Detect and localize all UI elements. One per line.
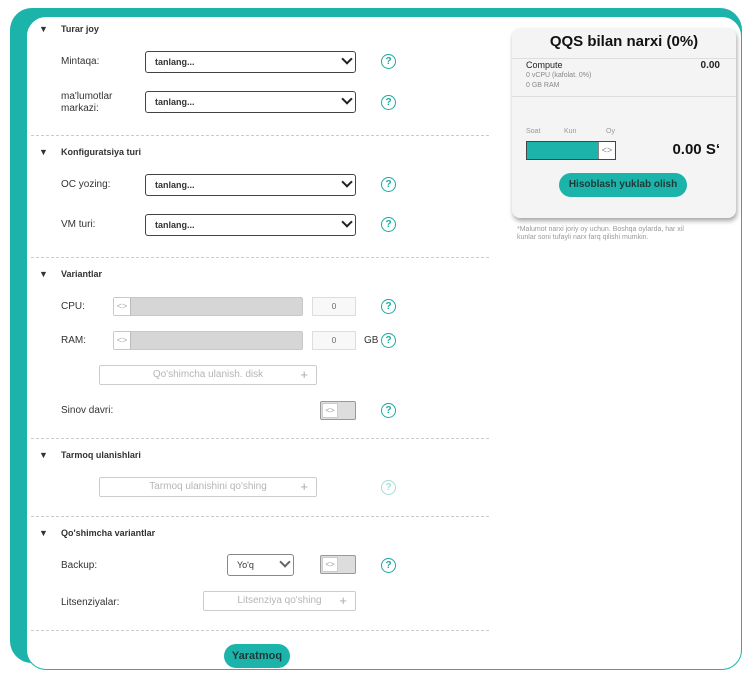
os-label: OC yozing: [61, 179, 111, 190]
datacenter-label-line1: ma'lumotlar [61, 91, 113, 102]
cpu-slider[interactable]: <> [113, 297, 303, 316]
divider [31, 257, 489, 258]
period-hour[interactable]: Soat [526, 128, 540, 135]
add-disk-button-label: Qo'shimcha ulanish. disk [152, 369, 264, 380]
ram-input[interactable]: 0 [312, 331, 356, 350]
divider [31, 135, 489, 136]
help-icon[interactable]: ? [381, 558, 396, 573]
trial-toggle[interactable]: <> [320, 401, 356, 420]
slider-grip-icon[interactable]: <> [598, 142, 615, 159]
triangle-down-icon: ▼ [39, 528, 48, 538]
section-housing-title[interactable]: ▼ Turar joy [39, 24, 99, 34]
plus-icon: + [339, 593, 347, 608]
section-variants-title[interactable]: ▼ Variantlar [39, 269, 103, 279]
vm-type-select[interactable]: tanlang... [145, 214, 356, 236]
vm-type-label: VM turi: [61, 219, 96, 230]
download-calculation-button[interactable]: Hisoblash yuklab olish [559, 173, 687, 197]
section-extra-title[interactable]: ▼ Qo'shimcha variantlar [39, 528, 156, 538]
plus-icon: + [300, 479, 308, 494]
license-label: Litsenziyalar: [61, 597, 120, 608]
help-icon[interactable]: ? [381, 54, 396, 69]
period-day[interactable]: Kun [564, 128, 576, 135]
trial-label: Sinov davri: [61, 405, 114, 416]
datacenter-label: ma'lumotlar markazi: [61, 91, 112, 115]
price-note-line2: kunlar soni tufayli narx farq qilishi mu… [517, 234, 649, 241]
section-config-title[interactable]: ▼ Konfiguratsiya turi [39, 147, 142, 157]
ram-unit: GB [364, 335, 379, 346]
datacenter-label-line2: markazi: [61, 103, 99, 114]
section-network-label: Tarmoq ulanishlari [61, 450, 141, 460]
ram-label: RAM: [61, 335, 86, 346]
section-config-label: Konfiguratsiya turi [61, 147, 142, 157]
region-label: Mintaqa: [61, 56, 100, 67]
add-network-button[interactable]: Tarmoq ulanishini qo'shing + [99, 477, 317, 497]
chevron-down-icon [341, 216, 353, 228]
price-note-line1: *Malumot narxi joriy oy uchun. Boshqa oy… [517, 226, 684, 233]
os-select-value: tanlang... [155, 180, 195, 190]
vm-type-select-value: tanlang... [155, 220, 195, 230]
add-disk-button[interactable]: Qo'shimcha ulanish. disk + [99, 365, 317, 385]
plus-icon: + [300, 367, 308, 382]
chevron-down-icon [341, 93, 353, 105]
region-select-value: tanlang... [155, 57, 195, 67]
chevron-down-icon [341, 176, 353, 188]
ram-slider[interactable]: <> [113, 331, 303, 350]
os-select[interactable]: tanlang... [145, 174, 356, 196]
slider-grip-icon: <> [322, 403, 338, 418]
triangle-down-icon: ▼ [39, 24, 48, 34]
divider [512, 58, 736, 59]
add-network-button-label: Tarmoq ulanishini qo'shing [149, 481, 267, 492]
divider [31, 630, 489, 631]
add-license-button-label: Litsenziya qo'shing [237, 595, 322, 606]
help-icon[interactable]: ? [381, 299, 396, 314]
slider-grip-icon[interactable]: <> [114, 298, 131, 315]
price-summary-card: QQS bilan narxi (0%) Compute 0.00 0 vCPU… [512, 28, 736, 218]
help-icon[interactable]: ? [381, 177, 396, 192]
datacenter-select-value: tanlang... [155, 97, 195, 107]
divider [512, 96, 736, 97]
triangle-down-icon: ▼ [39, 147, 48, 157]
create-button[interactable]: Yaratmoq [224, 644, 290, 668]
slider-grip-icon[interactable]: <> [114, 332, 131, 349]
period-month[interactable]: Oy [606, 128, 615, 135]
backup-toggle[interactable]: <> [320, 555, 356, 574]
section-extra-label: Qo'shimcha variantlar [61, 528, 156, 538]
section-network-title[interactable]: ▼ Tarmoq ulanishlari [39, 450, 141, 460]
add-license-button[interactable]: Litsenziya qo'shing + [203, 591, 356, 611]
chevron-down-icon [341, 53, 353, 65]
total-price: 0.00 S‘ [672, 141, 720, 158]
chevron-down-icon [279, 556, 291, 568]
slider-grip-icon: <> [322, 557, 338, 572]
main-frame: ▼ Turar joy Mintaqa: tanlang... ? ma'lumo… [26, 16, 742, 670]
section-variants-label: Variantlar [61, 269, 103, 279]
triangle-down-icon: ▼ [39, 450, 48, 460]
help-icon[interactable]: ? [381, 403, 396, 418]
region-select[interactable]: tanlang... [145, 51, 356, 73]
period-slider[interactable]: <> [526, 141, 616, 160]
help-icon[interactable]: ? [381, 480, 396, 495]
cpu-label: CPU: [61, 301, 85, 312]
compute-label: Compute [526, 60, 563, 70]
cpu-input[interactable]: 0 [312, 297, 356, 316]
compute-value: 0.00 [700, 60, 720, 71]
divider [31, 438, 489, 439]
summary-title: QQS bilan narxi (0%) [549, 33, 699, 50]
help-icon[interactable]: ? [381, 333, 396, 348]
help-icon[interactable]: ? [381, 95, 396, 110]
price-note: *Malumot narxi joriy oy uchun. Boshqa oy… [517, 226, 684, 242]
section-housing-label: Turar joy [61, 24, 99, 34]
backup-select-value: Yo'q [237, 560, 254, 570]
ram-line: 0 GB RAM [526, 82, 560, 89]
vcpu-line: 0 vCPU (kafolat. 0%) [526, 72, 592, 79]
help-icon[interactable]: ? [381, 217, 396, 232]
backup-select[interactable]: Yo'q [227, 554, 294, 576]
triangle-down-icon: ▼ [39, 269, 48, 279]
backup-label: Backup: [61, 560, 98, 571]
divider [31, 516, 489, 517]
datacenter-select[interactable]: tanlang... [145, 91, 356, 113]
